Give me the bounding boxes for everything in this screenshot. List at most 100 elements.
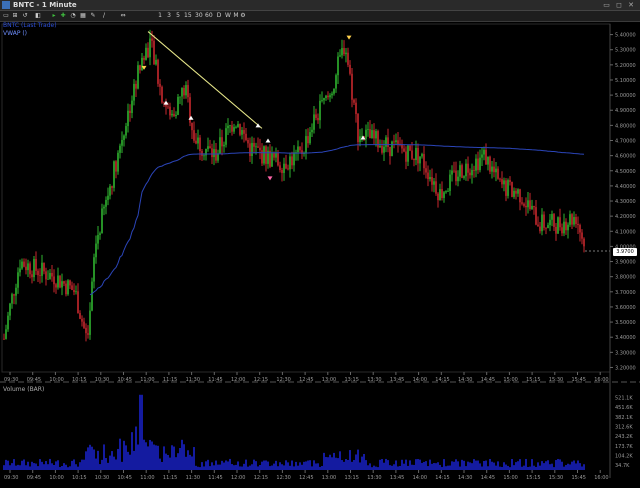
candle-body <box>271 152 273 167</box>
volume-bar <box>315 463 317 470</box>
volume-bar <box>237 461 239 470</box>
interval-1-button[interactable]: 1 <box>157 12 163 20</box>
candle-body <box>89 310 91 335</box>
interval-m-button[interactable]: M <box>233 12 239 20</box>
volume-time-tick-label: 12:30 <box>276 475 290 481</box>
volume-bar <box>405 459 407 470</box>
volume-bar <box>57 460 59 470</box>
interval-30-button[interactable]: 30 <box>195 12 203 20</box>
candle-body <box>471 170 473 176</box>
candle-body <box>221 137 223 147</box>
volume-bar <box>361 456 363 470</box>
volume-bar <box>483 460 485 470</box>
candle-body <box>577 223 579 226</box>
candle-body <box>541 214 543 232</box>
volume-bar <box>481 466 483 470</box>
volume-bar <box>293 466 295 470</box>
volume-bar <box>153 444 155 470</box>
refresh-icon[interactable]: ↺ <box>22 12 28 20</box>
candle-body <box>567 224 569 231</box>
volume-bar <box>453 461 455 470</box>
volume-time-tick-label: 15:30 <box>549 475 563 481</box>
bar-chart-icon[interactable]: ▦ <box>80 12 86 20</box>
candle-body <box>477 158 479 171</box>
split-icon[interactable]: ◧ <box>35 12 41 20</box>
volume-bar <box>87 447 89 470</box>
scroll-icon[interactable]: ⇔ <box>120 12 126 20</box>
volume-bar <box>273 463 275 470</box>
candle-body <box>565 221 567 231</box>
forward-icon[interactable]: ▸ <box>51 12 57 20</box>
price-tick-label: 3.20000 <box>615 365 636 371</box>
chart-area[interactable]: 5.40000 5.30000 5.20000 5.10000 5.00000 4.900… <box>0 22 640 484</box>
interval-d-button[interactable]: D <box>216 12 222 20</box>
volume-bar <box>447 465 449 470</box>
candle-body <box>369 129 371 139</box>
candle-body <box>491 166 493 172</box>
candle-body <box>425 168 427 173</box>
volume-bar <box>107 462 109 470</box>
candle-body <box>367 129 369 130</box>
candle-body <box>447 190 449 192</box>
time-tick-label: 15:30 <box>549 377 563 383</box>
candle-body <box>535 207 537 225</box>
candle-body <box>135 83 137 89</box>
candle-body <box>575 217 577 224</box>
interval-5-button[interactable]: 5 <box>175 12 181 20</box>
candle-body <box>533 205 535 208</box>
volume-bar <box>219 464 221 470</box>
volume-bar <box>65 464 67 470</box>
volume-tick-label: 382.1K <box>615 415 633 421</box>
candle-body <box>59 275 61 288</box>
volume-bar <box>201 462 203 470</box>
volume-bar <box>567 463 569 470</box>
settings-icon[interactable]: ⚙ <box>240 12 246 20</box>
volume-bar <box>435 463 437 470</box>
volume-bar <box>27 461 29 470</box>
trendline-icon[interactable]: / <box>101 12 107 20</box>
volume-bar <box>357 449 359 470</box>
time-tick-label: 15:00 <box>503 377 517 383</box>
volume-bar <box>539 465 541 470</box>
candle-body <box>289 156 291 170</box>
volume-tick-label: 243.2K <box>615 434 633 440</box>
candle-body <box>193 130 195 141</box>
interval-15-button[interactable]: 15 <box>184 12 192 20</box>
volume-bar <box>523 465 525 470</box>
volume-bar <box>179 448 181 470</box>
candle-body <box>197 137 199 144</box>
volume-bar <box>35 463 37 470</box>
interval-w-button[interactable]: W <box>225 12 231 20</box>
candle-body <box>297 146 299 153</box>
volume-bar <box>367 465 369 470</box>
candle-body <box>345 52 347 55</box>
draw-icon[interactable]: ✎ <box>90 12 96 20</box>
volume-bar <box>341 460 343 470</box>
volume-bar <box>337 458 339 470</box>
candle-body <box>23 261 25 267</box>
interval-60-button[interactable]: 60 <box>205 12 213 20</box>
candle-body <box>117 152 119 172</box>
volume-bar <box>551 463 553 470</box>
interval-3-button[interactable]: 3 <box>166 12 172 20</box>
chart-type-icon[interactable]: ◔ <box>70 12 76 20</box>
layout-icon[interactable]: ▭ <box>3 12 9 20</box>
signal-arrow-up <box>265 138 271 143</box>
grid-icon[interactable]: ⊞ <box>12 12 18 20</box>
candle-body <box>77 291 79 313</box>
volume-bar <box>5 459 7 470</box>
window-control-buttons[interactable]: ▭ ◻ ✕ <box>603 1 636 9</box>
candle-body <box>457 176 459 182</box>
volume-bar <box>389 465 391 470</box>
price-chart-svg[interactable]: 5.40000 5.30000 5.20000 5.10000 5.00000 4.900… <box>0 22 640 484</box>
volume-bar <box>239 466 241 470</box>
volume-bar <box>157 445 159 470</box>
volume-bar <box>135 426 137 470</box>
volume-bar <box>129 454 131 470</box>
candle-body <box>219 137 221 154</box>
volume-bar <box>583 464 585 470</box>
candle-body <box>3 338 5 340</box>
volume-bar <box>171 445 173 470</box>
time-tick-label: 09:30 <box>4 377 18 383</box>
crosshair-icon[interactable]: ✚ <box>60 12 66 20</box>
